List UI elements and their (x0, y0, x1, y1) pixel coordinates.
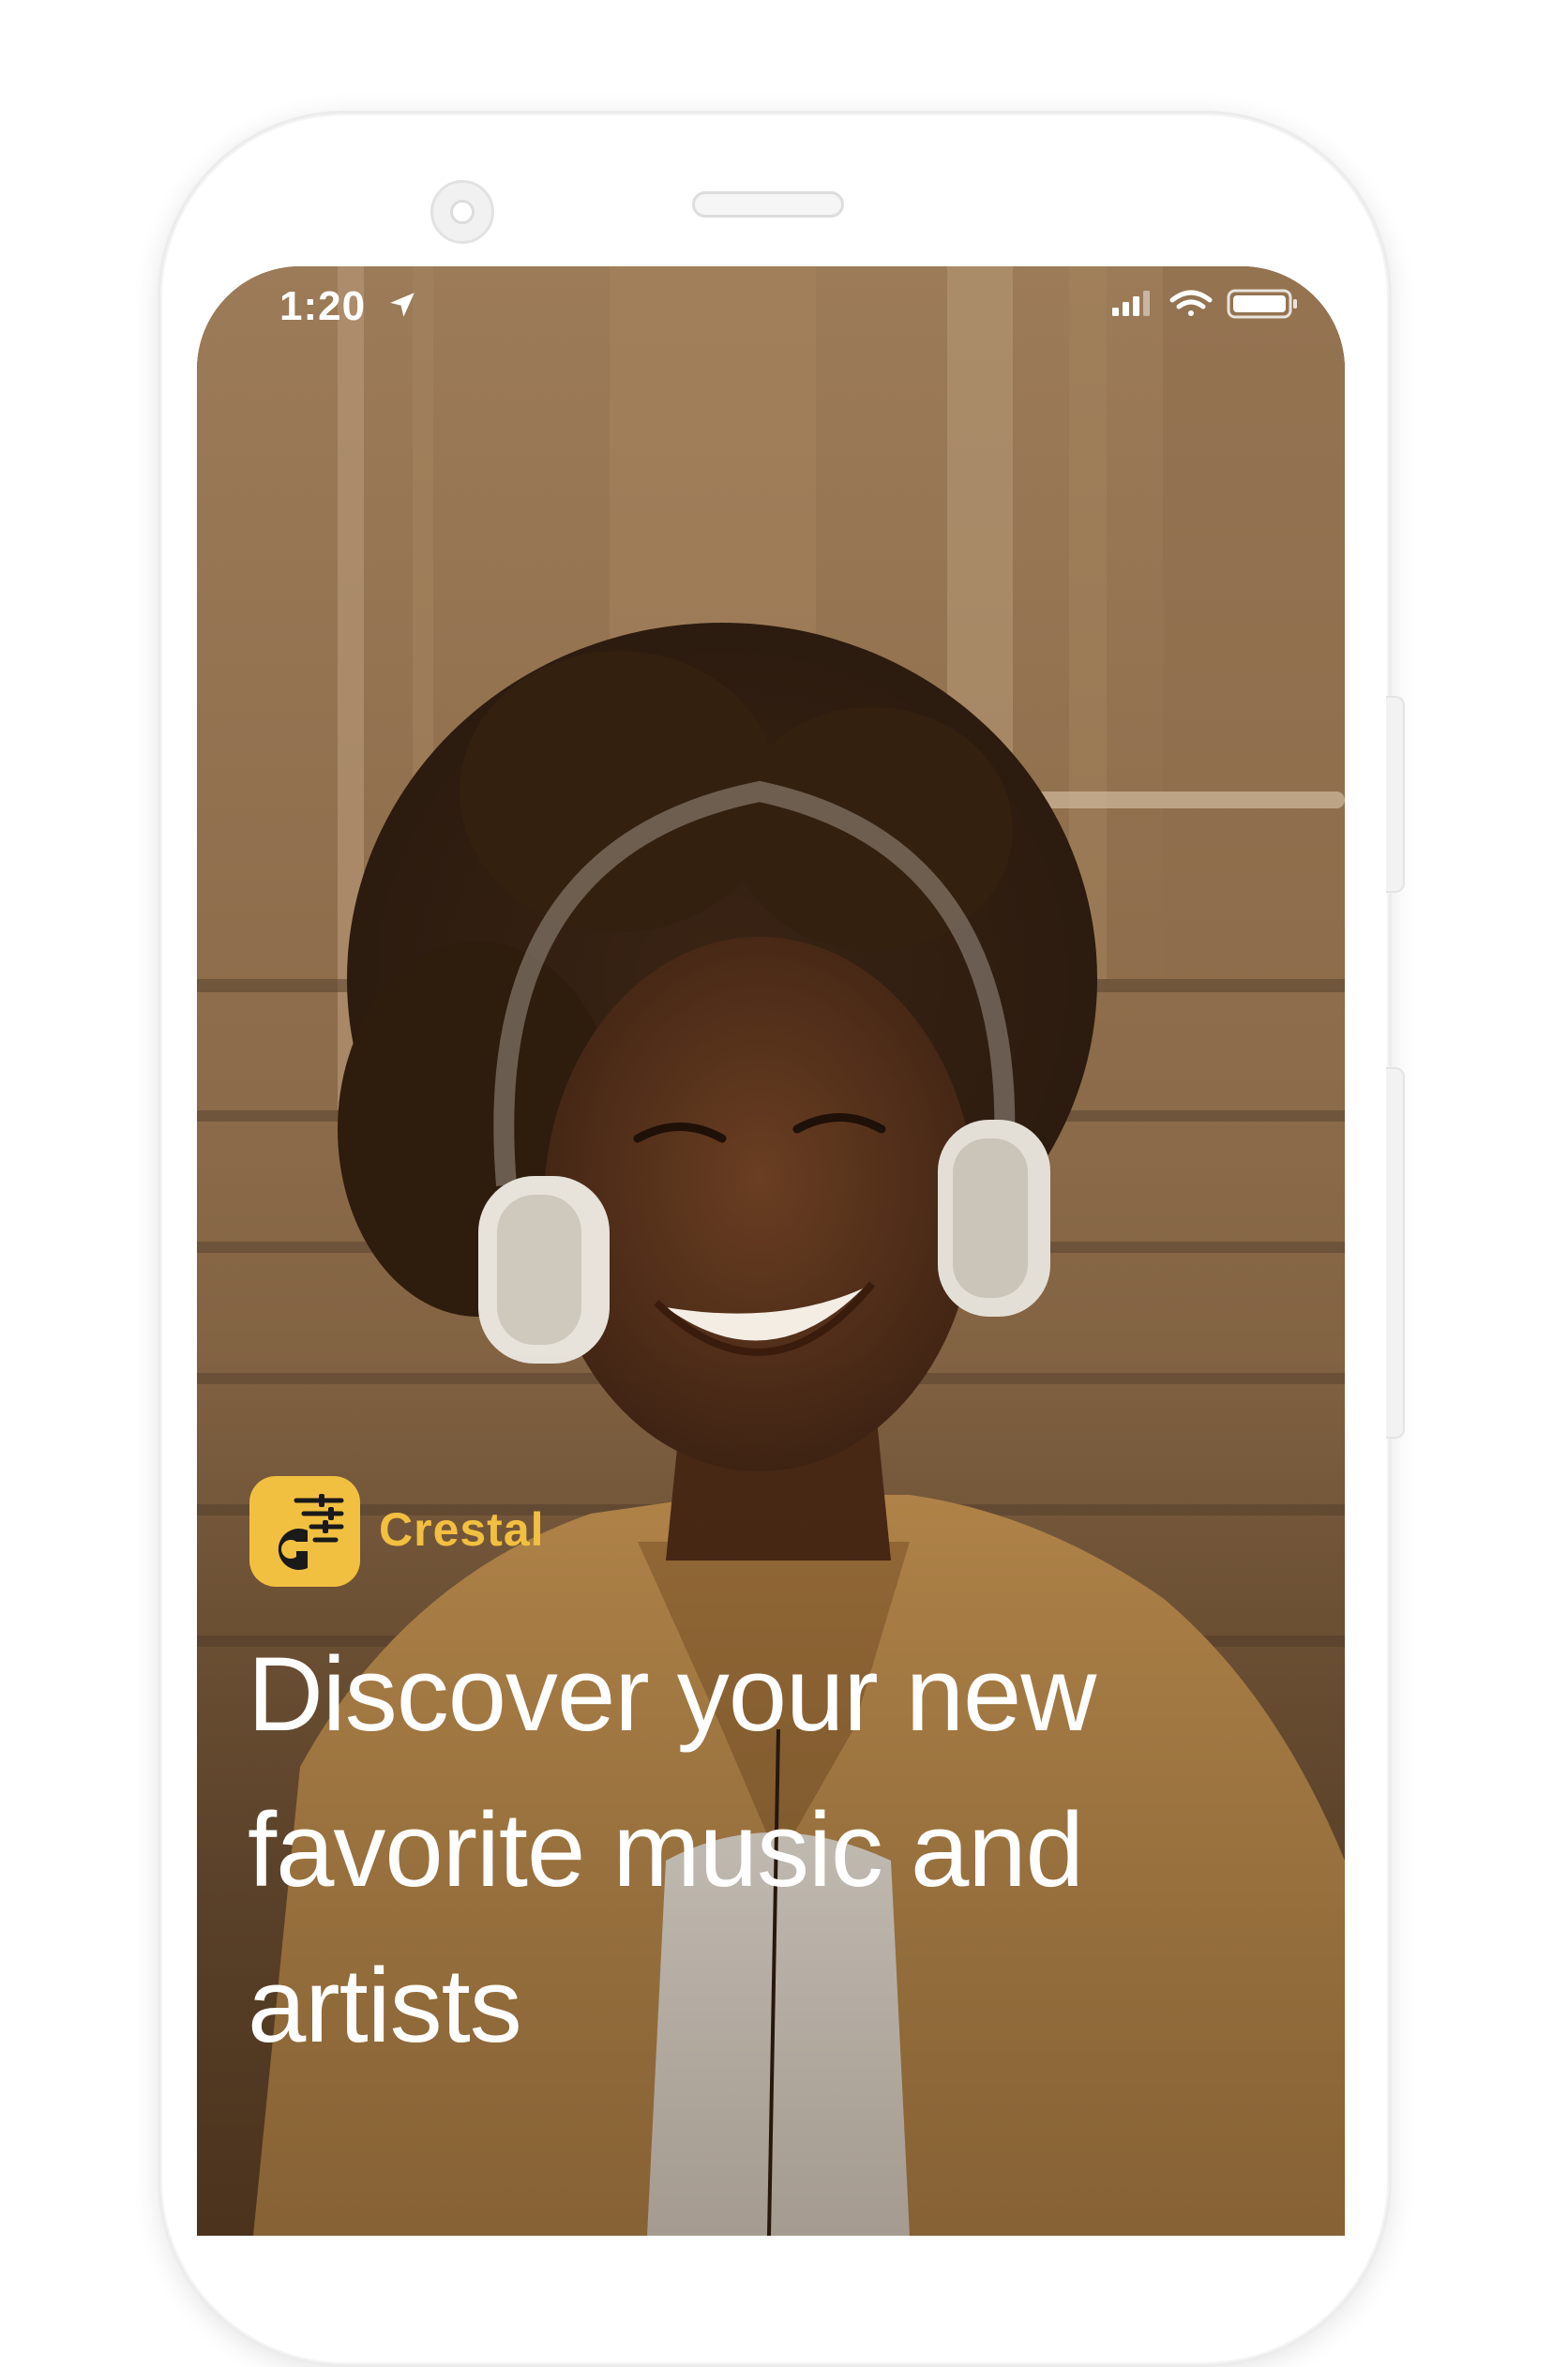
hero-headline: Discover your new favorite music and art… (248, 1636, 1096, 2064)
front-camera (430, 180, 494, 244)
volume-button (1386, 696, 1405, 893)
battery-icon (1227, 289, 1297, 319)
wifi-icon (1169, 290, 1213, 316)
crestal-logo-icon (249, 1476, 360, 1587)
app-screen: 1:20 Crestal Discover your new favorite … (197, 266, 1345, 2236)
location-arrow-icon (390, 293, 415, 317)
cellular-signal-icon (1112, 291, 1150, 316)
earpiece-speaker (692, 191, 844, 218)
brand-name: Crestal (379, 1503, 545, 1556)
power-button (1386, 1067, 1405, 1439)
status-icons (1112, 289, 1297, 319)
status-time: 1:20 (279, 283, 367, 329)
